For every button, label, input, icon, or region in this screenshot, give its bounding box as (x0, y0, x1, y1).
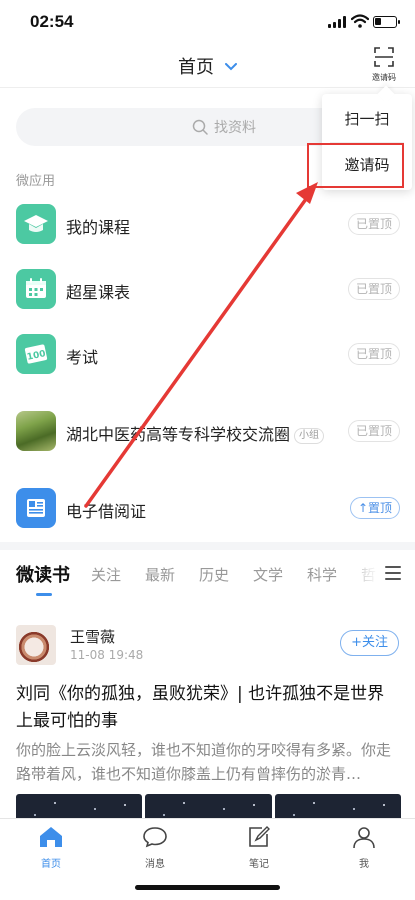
home-indicator (135, 885, 280, 890)
post-title[interactable]: 刘同《你的孤独，虽败犹荣》| 也许孤独不是世界上最可怕的事 (16, 681, 401, 735)
status-bar: 02:54 (0, 0, 415, 44)
pinned-badge[interactable]: 已置顶 (347, 278, 400, 300)
post-images[interactable] (16, 794, 401, 820)
section-label: 微应用 (16, 174, 56, 189)
tab-wei-dushu[interactable]: 微读书 (16, 561, 70, 587)
follow-button[interactable]: +关注 (340, 630, 399, 656)
nav-label: 我 (359, 859, 369, 870)
app-item-group[interactable]: 湖北中医药高等专科学校交流圈 小组 已置顶 (0, 403, 415, 463)
group-avatar-image (16, 411, 56, 451)
library-card-icon (16, 488, 56, 528)
nav-label: 首页 (41, 859, 61, 870)
message-icon (143, 827, 167, 848)
home-icon (40, 827, 62, 847)
nav-label: 消息 (145, 859, 165, 870)
nav-me[interactable]: 我 (334, 825, 394, 870)
post-time: 11-08 19:48 (70, 648, 144, 662)
app-item-my-courses[interactable]: 我的课程 已置顶 (0, 196, 415, 256)
status-time: 02:54 (30, 12, 74, 31)
tab-literature[interactable]: 文学 (253, 564, 283, 585)
post-image[interactable] (16, 794, 143, 820)
exam-100-icon: 100 (16, 334, 56, 374)
tabs-fade (339, 560, 379, 590)
app-name: 超星课表 (66, 283, 131, 302)
tab-follow[interactable]: 关注 (91, 564, 121, 585)
search-icon (192, 119, 208, 135)
nav-messages[interactable]: 消息 (125, 825, 185, 870)
search-placeholder: 找资料 (214, 120, 256, 136)
group-tag: 小组 (294, 427, 325, 444)
invite-code-button[interactable]: 邀请码 (367, 47, 401, 87)
graduation-cap-icon (16, 204, 56, 244)
app-name: 湖北中医药高等专科学校交流圈 小组 (66, 421, 325, 445)
invite-code-label: 邀请码 (372, 73, 396, 82)
app-name: 电子借阅证 (66, 502, 147, 521)
nav-notes[interactable]: 笔记 (229, 825, 289, 870)
wifi-icon (351, 14, 369, 28)
app-name: 我的课程 (66, 218, 131, 237)
profile-icon (353, 827, 375, 849)
post-excerpt: 你的脸上云淡风轻，谁也不知道你的牙咬得有多紧。你走路带着风，谁也不知道你膝盖上仍… (16, 741, 392, 783)
app-item-exam[interactable]: 100 考试 已置顶 (0, 326, 415, 386)
app-name: 考试 (66, 348, 99, 367)
menu-icon[interactable] (385, 566, 401, 580)
pinned-badge[interactable]: 已置顶 (347, 343, 400, 365)
annotation-highlight-box (307, 143, 404, 188)
tab-latest[interactable]: 最新 (145, 564, 175, 585)
active-tab-indicator (36, 593, 52, 596)
chevron-down-icon[interactable] (225, 62, 238, 71)
section-divider (0, 542, 415, 550)
content-tabs: 微读书 关注 最新 历史 文学 科学 哲 (0, 560, 415, 596)
calendar-icon (16, 269, 56, 309)
author-name[interactable]: 王雪薇 (70, 626, 115, 647)
nav-home[interactable]: 首页 (21, 825, 81, 870)
tab-science[interactable]: 科学 (307, 564, 337, 585)
avatar[interactable] (16, 625, 56, 665)
pinned-badge[interactable]: 已置顶 (347, 213, 400, 235)
top-header: 首页 邀请码 (0, 44, 415, 88)
post-image[interactable] (274, 794, 401, 820)
nav-label: 笔记 (249, 859, 269, 870)
app-item-schedule[interactable]: 超星课表 已置顶 (0, 261, 415, 321)
battery-icon (373, 16, 400, 28)
note-icon (249, 826, 270, 847)
tab-history[interactable]: 历史 (199, 564, 229, 585)
app-item-library-card[interactable]: 电子借阅证 ↑置顶 (0, 480, 415, 540)
pin-to-top-button[interactable]: ↑置顶 (349, 497, 400, 519)
pinned-badge[interactable]: 已置顶 (347, 420, 400, 442)
signal-icon (328, 16, 346, 28)
page-title[interactable]: 首页 (178, 57, 214, 78)
scan-frame-icon (374, 47, 394, 67)
post-image[interactable] (145, 794, 272, 820)
menu-item-scan[interactable]: 扫一扫 (322, 96, 412, 142)
